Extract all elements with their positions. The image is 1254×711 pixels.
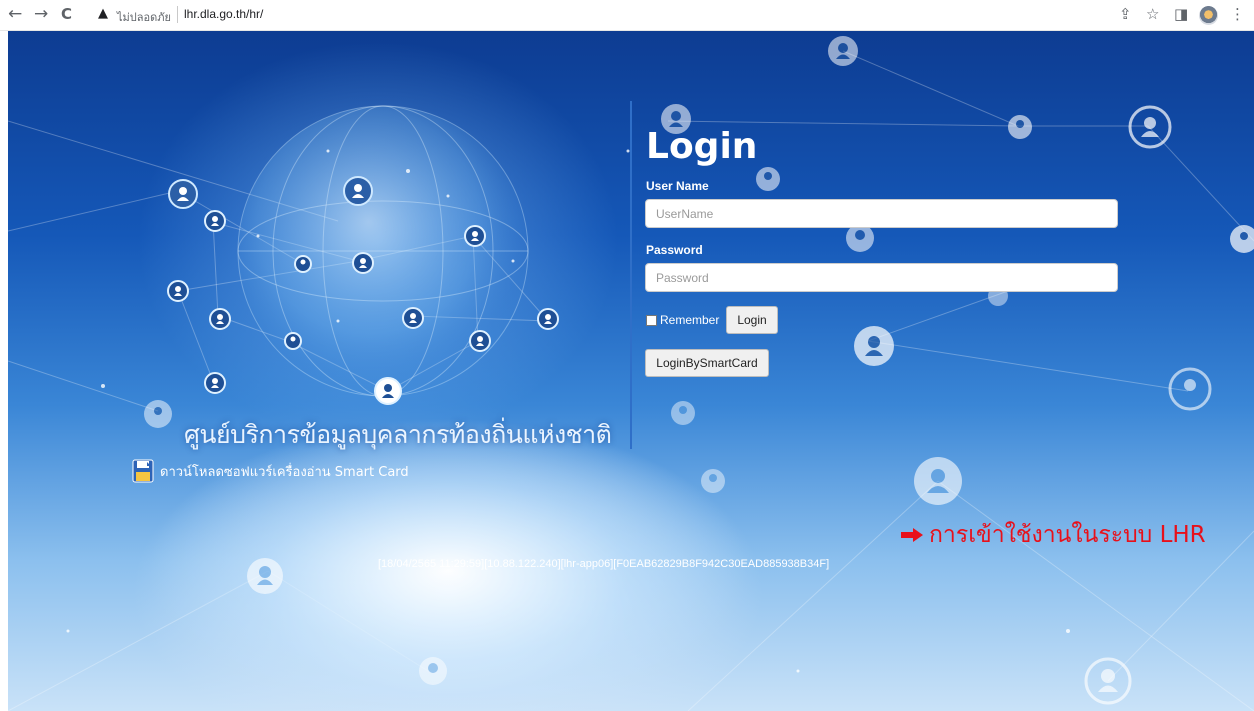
- password-input[interactable]: [645, 263, 1118, 292]
- profile-avatar[interactable]: [1199, 6, 1218, 25]
- vertical-divider: [630, 101, 632, 449]
- login-heading: Login: [646, 126, 758, 167]
- remember-checkbox[interactable]: [646, 314, 657, 326]
- session-info: [18/04/2565 11:29:59][10.88.122.240][lhr…: [378, 558, 830, 570]
- remember-label[interactable]: Remember: [660, 313, 719, 327]
- login-page-background: ศูนย์บริการข้อมูลบุคลากรท้องถิ่นแห่งชาติ…: [8, 31, 1254, 711]
- username-input[interactable]: [645, 199, 1118, 228]
- download-smartcard-link[interactable]: ดาวน์โหลดซอฟแวร์เครื่องอ่าน Smart Card: [132, 459, 409, 483]
- login-button[interactable]: Login: [726, 306, 778, 334]
- share-icon[interactable]: ⇪: [1119, 5, 1132, 23]
- notice-text[interactable]: การเข้าใช้งานในระบบ LHR: [929, 517, 1206, 553]
- password-label: Password: [646, 243, 703, 257]
- forward-icon[interactable]: →: [34, 4, 48, 24]
- address-bar[interactable]: lhr.dla.go.th/hr/: [184, 7, 263, 21]
- star-icon[interactable]: ☆: [1146, 5, 1159, 23]
- back-icon[interactable]: ←: [8, 4, 22, 24]
- login-smartcard-button[interactable]: LoginBySmartCard: [645, 349, 769, 377]
- browser-toolbar: ← → C ▲ ไม่ปลอดภัย lhr.dla.go.th/hr/ ⇪ ☆…: [0, 0, 1254, 31]
- download-link-text[interactable]: ดาวน์โหลดซอฟแวร์เครื่องอ่าน Smart Card: [160, 461, 409, 482]
- new-badge-icon: [901, 528, 923, 542]
- username-label: User Name: [646, 179, 709, 193]
- side-panel-icon[interactable]: ◨: [1174, 5, 1188, 23]
- floppy-disk-icon: [132, 459, 154, 483]
- menu-icon[interactable]: ⋮: [1230, 5, 1245, 23]
- center-name-heading: ศูนย์บริการข้อมูลบุคลากรท้องถิ่นแห่งชาติ: [184, 420, 612, 449]
- address-separator: [177, 6, 178, 23]
- remember-option[interactable]: Remember: [646, 313, 719, 327]
- reload-icon[interactable]: C: [61, 4, 72, 24]
- warning-icon[interactable]: ▲: [98, 6, 108, 21]
- security-label[interactable]: ไม่ปลอดภัย: [117, 8, 171, 26]
- lhr-access-notice[interactable]: การเข้าใช้งานในระบบ LHR: [901, 517, 1206, 553]
